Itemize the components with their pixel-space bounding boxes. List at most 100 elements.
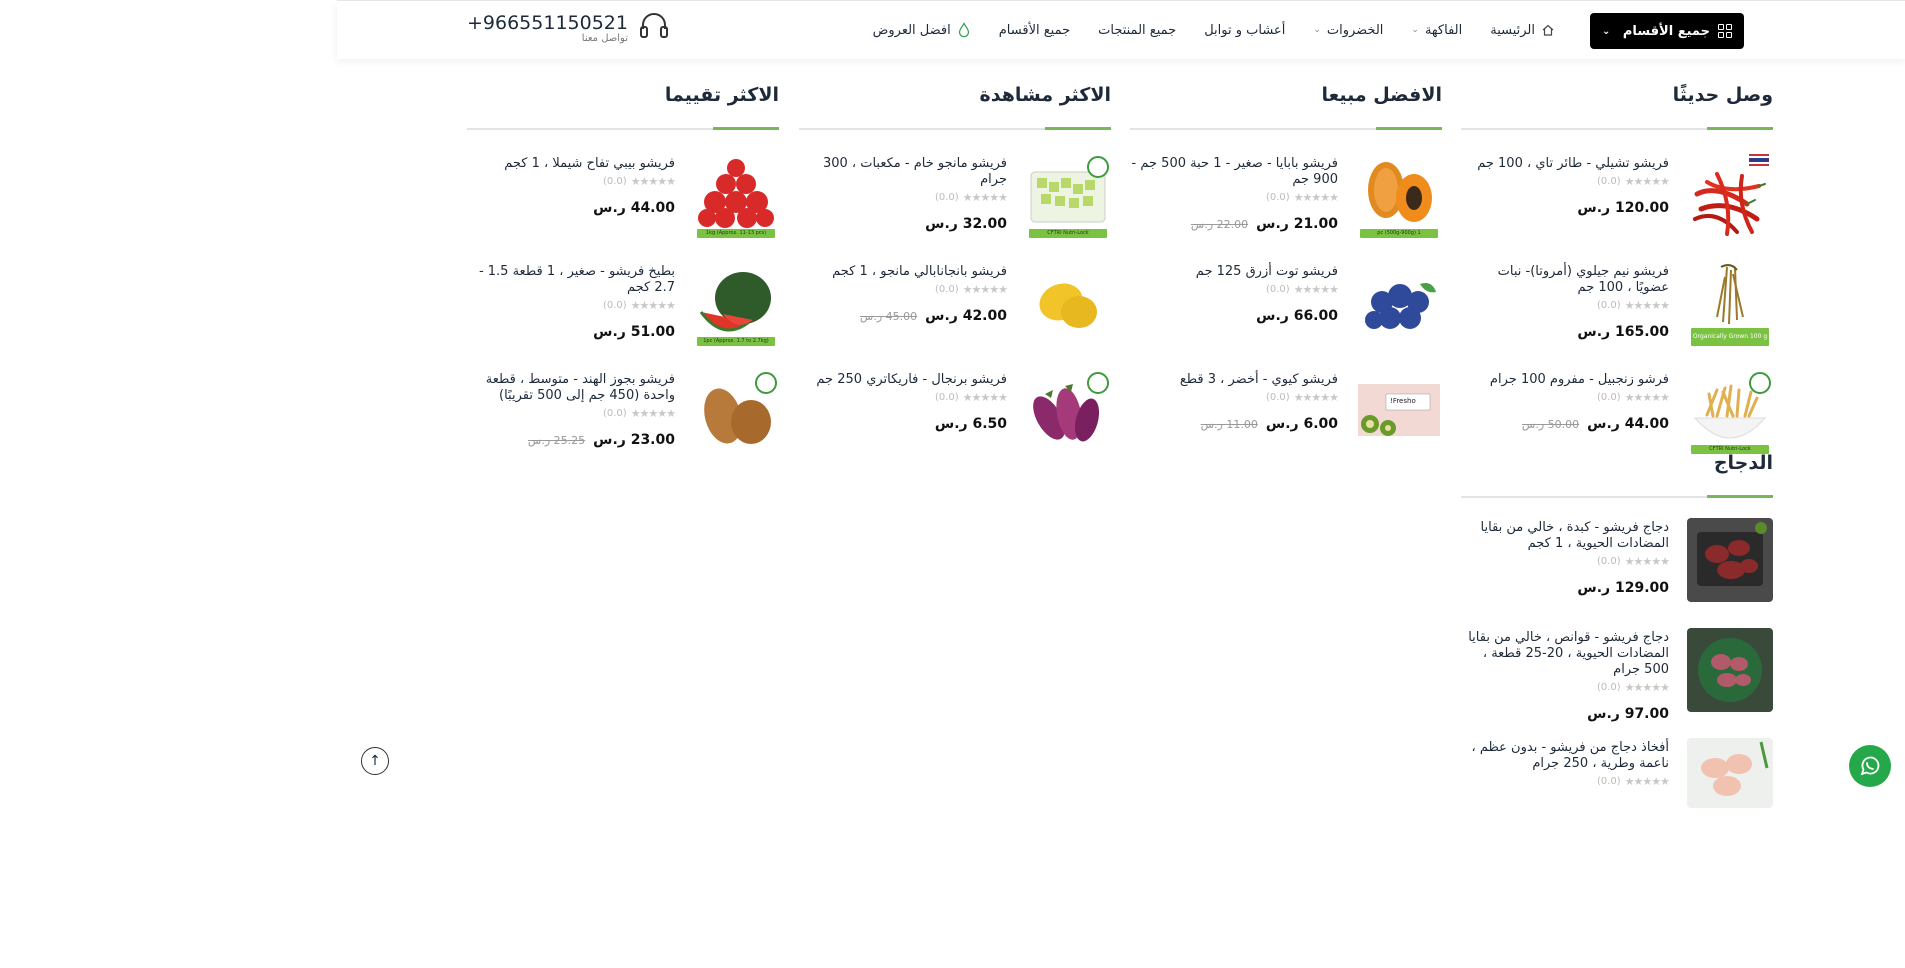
product-old-price: 45.00 ر.س — [859, 310, 918, 323]
product-old-price: 50.00 ر.س — [1521, 418, 1580, 431]
product-image-giloy[interactable]: Organically Grown 100 g — [1687, 262, 1773, 348]
product-card[interactable]: فريشو بانجانابالي مانجو ، 1 كجم ★★★★★ (0.… — [799, 262, 1111, 370]
nav-herbs[interactable]: أعشاب و توابل — [1204, 23, 1285, 38]
product-name[interactable]: فرشو زنجبيل - مفروم 100 جرام — [1461, 372, 1669, 388]
product-rating: ★★★★★ (0.0) — [799, 283, 1008, 296]
product-name[interactable]: فريشو نيم جيلوي (أمروتا)- نبات عضويًا ، … — [1461, 264, 1669, 296]
product-name[interactable]: فريشو مانجو خام - مكعبات ، 300 جرام — [799, 156, 1007, 188]
rating-value: (0.0) — [1265, 392, 1290, 403]
scroll-top-button[interactable]: ↑ — [361, 747, 389, 775]
divider — [1461, 495, 1773, 498]
divider — [467, 127, 779, 130]
star-rating-icon: ★★★★★ — [1624, 555, 1670, 568]
product-rating: ★★★★★ (0.0) — [467, 175, 676, 188]
nav-all-sections[interactable]: جميع الأقسام — [999, 23, 1070, 38]
product-card[interactable]: 1pc (Approx. 1.7 to 2.7kg) بطيخ فريشو - … — [467, 262, 779, 370]
product-name[interactable]: فريشو برنجال - فاريكاتري 250 جم — [799, 372, 1007, 388]
star-rating-icon: ★★★★★ — [1293, 191, 1339, 204]
product-name[interactable]: فريشو توت أزرق 125 جم — [1130, 264, 1338, 280]
nav-all-sections-label: جميع الأقسام — [998, 22, 1071, 38]
product-card[interactable]: 1 pc (500g-900g) فريشو بابايا - صغير - 1… — [1130, 154, 1442, 262]
rating-value: (0.0) — [1596, 392, 1621, 403]
product-price: 165.00 ر.س — [1577, 324, 1669, 340]
column-title: الدجاج — [1713, 452, 1773, 474]
nav-home[interactable]: الرئيسية — [1490, 23, 1555, 38]
star-rating-icon: ★★★★★ — [1624, 299, 1670, 312]
product-price: 32.00 ر.س — [925, 216, 1007, 232]
whatsapp-icon — [1860, 756, 1880, 776]
home-icon — [1541, 23, 1555, 37]
product-rating: ★★★★★ (0.0) — [467, 299, 676, 312]
product-image-watermelon[interactable]: 1pc (Approx. 1.7 to 2.7kg) — [693, 262, 779, 348]
product-image-mango[interactable] — [1025, 262, 1111, 348]
product-rating: ★★★★★ (0.0) — [1461, 681, 1670, 694]
product-name[interactable]: فريشو بيبي تفاح شيملا ، 1 كجم — [467, 156, 675, 172]
product-card[interactable]: فريشو بجوز الهند - متوسط ، قطعة واحدة (4… — [467, 370, 779, 478]
chevron-down-icon: ⌄ — [1602, 25, 1611, 37]
product-rating: ★★★★★ (0.0) — [1461, 299, 1670, 312]
star-rating-icon: ★★★★★ — [1624, 775, 1670, 788]
product-price: 6.00 ر.س — [1265, 416, 1338, 432]
star-rating-icon: ★★★★★ — [962, 191, 1008, 204]
rating-value: (0.0) — [1596, 300, 1621, 311]
product-image-brinjal[interactable] — [1025, 370, 1111, 456]
nav-all-products[interactable]: جميع المنتجات — [1098, 23, 1176, 38]
product-image-kiwi[interactable]: Fresho! — [1356, 370, 1442, 456]
nav-best-offers[interactable]: افضل العروض — [873, 22, 971, 38]
product-name[interactable]: دجاج فريشو - كبدة ، خالي من بقايا المضاد… — [1461, 520, 1669, 552]
whatsapp-button[interactable] — [1849, 745, 1891, 787]
nav-vegetables[interactable]: الخضروات ⌄ — [1313, 23, 1383, 38]
rating-value: (0.0) — [1265, 284, 1290, 295]
product-name[interactable]: بطيخ فريشو - صغير ، 1 قطعة 1.5 - 2.7 كجم — [467, 264, 675, 296]
product-rating: ★★★★★ (0.0) — [1130, 191, 1339, 204]
product-name[interactable]: فريشو كيوي - أخضر ، 3 قطع — [1130, 372, 1338, 388]
all-categories-button[interactable]: جميع الأقسام ⌄ — [1590, 13, 1744, 49]
product-image-raw-mango[interactable]: CFTRI Nutri-Lock — [1025, 154, 1111, 240]
rating-value: (0.0) — [1596, 556, 1621, 567]
product-price: 51.00 ر.س — [593, 324, 675, 340]
product-image-ginger[interactable]: CFTRI Nutri-Lock — [1687, 370, 1773, 456]
product-card[interactable]: دجاج فريشو - كبدة ، خالي من بقايا المضاد… — [1461, 518, 1773, 628]
product-card[interactable]: 1kg (Approx. 11-13 pcs) فريشو بيبي تفاح … — [467, 154, 779, 262]
product-image-apple[interactable]: 1kg (Approx. 11-13 pcs) — [693, 154, 779, 240]
product-card[interactable]: فريشو برنجال - فاريكاتري 250 جم ★★★★★ (0.… — [799, 370, 1111, 478]
product-price: 97.00 ر.س — [1587, 706, 1669, 722]
rating-value: (0.0) — [1265, 192, 1290, 203]
nav-fruits-label: الفاكهة — [1424, 22, 1463, 38]
product-old-price: 25.25 ر.س — [527, 434, 586, 447]
product-card[interactable]: Fresho! فريشو كيوي - أخضر ، 3 قطع ★★★★★(… — [1130, 370, 1442, 478]
product-price: 21.00 ر.س — [1256, 216, 1338, 232]
product-price: 44.00 ر.س — [1587, 416, 1669, 432]
chevron-down-icon: ⌄ — [1313, 25, 1321, 35]
product-name[interactable]: فريشو تشيلي - طائر تاي ، 100 جم — [1461, 156, 1669, 172]
product-card[interactable]: CFTRI Nutri-Lock فريشو مانجو خام - مكعبا… — [799, 154, 1111, 262]
product-image-chicken-gizzard[interactable] — [1687, 628, 1773, 712]
product-image-chicken-liver[interactable] — [1687, 518, 1773, 602]
product-card[interactable]: فريشو تشيلي - طائر تاي ، 100 جم ★★★★★ (0.… — [1461, 154, 1773, 262]
product-card[interactable]: أفخاذ دجاج من فريشو - بدون عظم ، ناعمة و… — [1461, 738, 1773, 818]
product-price: 23.00 ر.س — [593, 432, 675, 448]
column-title: الافضل مبيعا — [1321, 84, 1442, 106]
product-image-chili[interactable] — [1687, 154, 1773, 240]
product-rating: ★★★★★ (0.0) — [1461, 175, 1670, 188]
contact-block[interactable]: +966551150521 تواصل معنا — [467, 11, 670, 45]
nav-home-label: الرئيسية — [1490, 22, 1535, 38]
product-price: 6.50 ر.س — [934, 416, 1007, 432]
product-name[interactable]: فريشو بجوز الهند - متوسط ، قطعة واحدة (4… — [467, 372, 675, 404]
product-image-blueberry[interactable] — [1356, 262, 1442, 348]
product-name[interactable]: فريشو بانجانابالي مانجو ، 1 كجم — [799, 264, 1007, 280]
product-image-papaya[interactable]: 1 pc (500g-900g) — [1356, 154, 1442, 240]
column-most-viewed: الاكثر مشاهدة CFTRI Nutri-Lock فريشو مان… — [799, 84, 1111, 478]
nav-herbs-label: أعشاب و توابل — [1204, 22, 1286, 38]
nav-fruits[interactable]: الفاكهة ⌄ — [1411, 23, 1462, 38]
product-image-chicken-thigh[interactable] — [1687, 738, 1773, 808]
product-name[interactable]: فريشو بابايا - صغير - 1 حبة 500 جم - 900… — [1130, 156, 1338, 188]
product-card[interactable]: دجاج فريشو - قوانص ، خالي من بقايا المضا… — [1461, 628, 1773, 738]
product-card[interactable]: Organically Grown 100 g فريشو نيم جيلوي … — [1461, 262, 1773, 370]
product-name[interactable]: دجاج فريشو - قوانص ، خالي من بقايا المضا… — [1461, 630, 1669, 678]
product-image-coconut[interactable] — [693, 370, 779, 456]
product-price: 44.00 ر.س — [593, 200, 675, 216]
product-card[interactable]: فريشو توت أزرق 125 جم ★★★★★ (0.0) 66.00 ر… — [1130, 262, 1442, 370]
rating-value: (0.0) — [934, 284, 959, 295]
product-name[interactable]: أفخاذ دجاج من فريشو - بدون عظم ، ناعمة و… — [1461, 740, 1669, 772]
